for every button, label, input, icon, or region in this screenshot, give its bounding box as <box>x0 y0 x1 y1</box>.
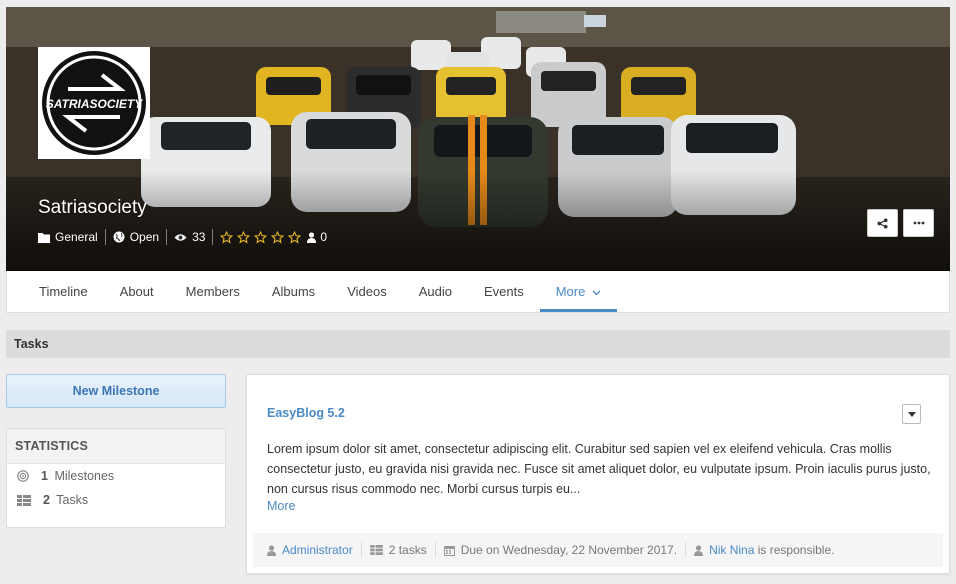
chevron-down-icon <box>592 290 601 296</box>
ellipsis-icon <box>913 221 924 225</box>
read-more-link[interactable]: More <box>267 499 295 513</box>
meta-category[interactable]: General <box>38 229 106 245</box>
tab-about[interactable]: About <box>104 271 170 312</box>
tasks-list-icon <box>17 494 31 506</box>
tab-albums[interactable]: Albums <box>256 271 331 312</box>
milestone-card: EasyBlog 5.2 Lorem ipsum dolor sit amet,… <box>246 374 950 574</box>
share-button[interactable] <box>867 209 898 237</box>
new-milestone-button[interactable]: New Milestone <box>6 374 226 408</box>
meta-rating: 0 <box>220 229 334 245</box>
author-link[interactable]: Administrator <box>282 543 353 557</box>
more-options-button[interactable] <box>903 209 934 237</box>
share-icon <box>877 217 888 229</box>
due-date: Due on Wednesday, 22 November 2017. <box>460 543 678 557</box>
milestone-footer: Administrator 2 tasks Due on Wednesday, … <box>253 533 943 567</box>
responsible-link[interactable]: Nik Nina <box>709 543 754 557</box>
statistics-panel: STATISTICS 1 Milestones 2 Tasks <box>6 428 226 528</box>
tab-members[interactable]: Members <box>170 271 256 312</box>
tab-more[interactable]: More <box>539 271 618 312</box>
star-icon[interactable] <box>220 230 234 244</box>
star-icon[interactable] <box>271 230 285 244</box>
group-cover: SATRIASOCIETY Satriasociety General Open… <box>6 7 950 271</box>
responsible-suffix: is responsible. <box>757 543 835 557</box>
stat-tasks: 2 Tasks <box>7 488 225 512</box>
tab-audio[interactable]: Audio <box>403 271 468 312</box>
tab-more-label: More <box>555 284 586 299</box>
footer-responsible: Nik Nina is responsible. <box>694 542 842 558</box>
cover-actions <box>867 209 934 237</box>
footer-tasks: 2 tasks <box>369 542 436 558</box>
cover-shade <box>6 171 950 271</box>
group-meta: General Open 33 0 <box>38 229 341 245</box>
star-icon[interactable] <box>254 230 268 244</box>
caret-down-icon <box>907 411 916 417</box>
logo-text: SATRIASOCIETY <box>46 97 143 111</box>
milestones-label: Milestones <box>54 469 115 483</box>
tasks-label: Tasks <box>56 493 89 507</box>
group-avatar[interactable]: SATRIASOCIETY <box>38 47 150 159</box>
category-label: General <box>55 230 98 244</box>
star-icon[interactable] <box>237 230 251 244</box>
tab-timeline[interactable]: Timeline <box>23 271 104 312</box>
eye-icon <box>174 233 187 241</box>
privacy-label: Open <box>129 230 160 244</box>
milestone-description: Lorem ipsum dolor sit amet, consectetur … <box>267 442 931 496</box>
statistics-title: STATISTICS <box>7 429 225 464</box>
group-nav: Timeline About Members Albums Videos Aud… <box>6 271 950 313</box>
tasks-summary: 2 tasks <box>388 543 427 557</box>
tasks-count: 2 <box>43 493 50 507</box>
meta-views: 33 <box>174 229 214 245</box>
milestone-actions-dropdown[interactable] <box>902 404 921 424</box>
views-count: 33 <box>192 230 206 244</box>
user-icon <box>267 544 276 556</box>
folder-icon <box>38 232 50 243</box>
footer-due: Due on Wednesday, 22 November 2017. <box>443 542 687 558</box>
rating-stars[interactable]: 0 <box>220 230 327 244</box>
target-icon <box>17 470 29 482</box>
milestones-count: 1 <box>41 469 48 483</box>
rating-count: 0 <box>320 230 328 244</box>
footer-author: Administrator <box>267 542 362 558</box>
group-title[interactable]: Satriasociety <box>38 197 147 219</box>
user-icon <box>694 544 704 556</box>
satriasociety-logo: SATRIASOCIETY <box>42 51 146 155</box>
section-title: Tasks <box>6 330 950 358</box>
tab-videos[interactable]: Videos <box>331 271 403 312</box>
meta-privacy: Open <box>113 229 168 245</box>
milestone-title[interactable]: EasyBlog 5.2 <box>267 406 345 420</box>
globe-icon <box>113 231 125 243</box>
star-icon[interactable] <box>288 230 302 244</box>
user-icon <box>307 231 317 243</box>
tasks-list-icon <box>369 545 383 555</box>
calendar-icon <box>443 545 455 556</box>
stat-milestones: 1 Milestones <box>7 464 225 488</box>
tab-events[interactable]: Events <box>468 271 540 312</box>
